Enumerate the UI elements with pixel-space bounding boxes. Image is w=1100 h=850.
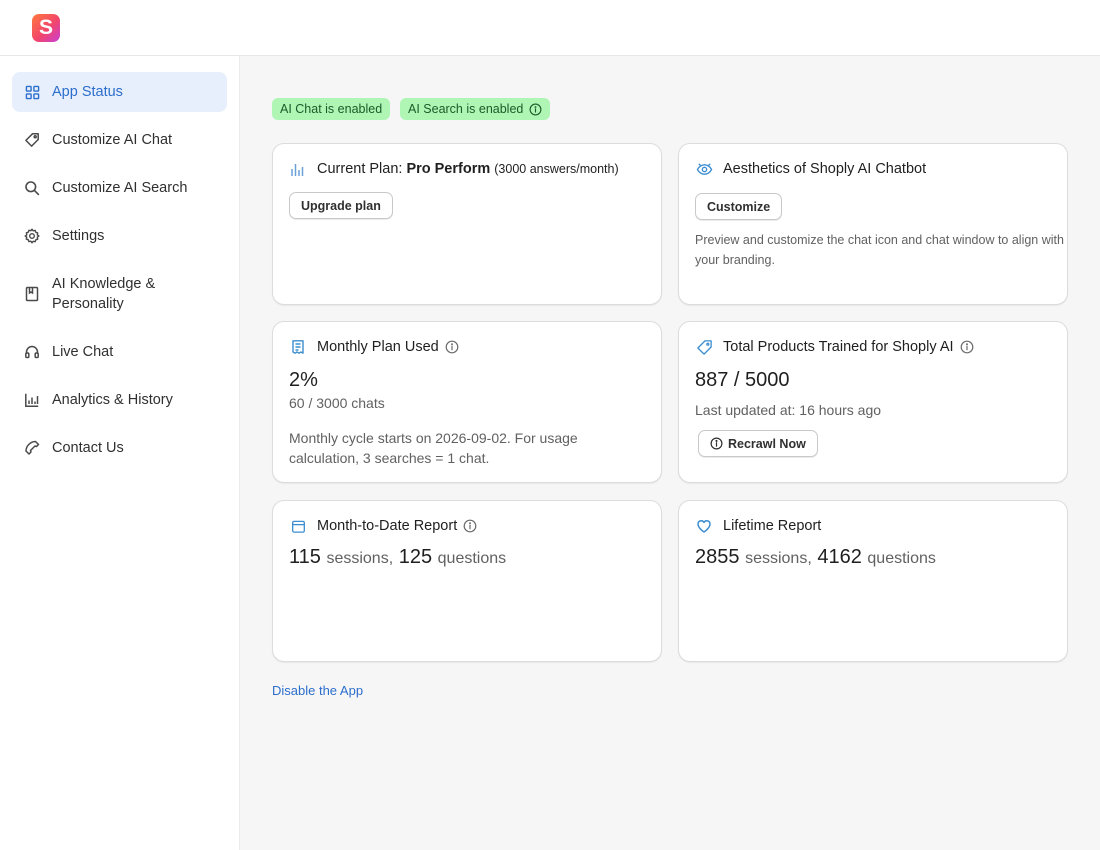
card-title: Aesthetics of Shoply AI Chatbot [723, 161, 927, 177]
sidebar-item-ai-knowledge[interactable]: AI Knowledge & Personality [12, 264, 227, 324]
info-icon[interactable] [960, 340, 974, 354]
description-line: your branding. [695, 253, 775, 267]
card-header: Current Plan: Pro Perform (3000 answers/… [289, 160, 619, 178]
recrawl-now-button[interactable]: Recrawl Now [698, 430, 818, 457]
sidebar-item-customize-ai-search[interactable]: Customize AI Search [12, 168, 227, 208]
headset-icon [24, 344, 40, 360]
total-products-card: Total Products Trained for Shoply AI 887… [678, 321, 1068, 483]
sidebar-item-label: Customize AI Chat [52, 132, 173, 148]
info-icon[interactable] [445, 340, 459, 354]
current-plan-card: Current Plan: Pro Perform (3000 answers/… [272, 143, 662, 305]
customize-button[interactable]: Customize [695, 193, 783, 220]
sidebar-item-analytics[interactable]: Analytics & History [12, 380, 227, 420]
bar-chart-icon [289, 160, 307, 178]
sessions-label: sessions, [326, 550, 394, 567]
note-line: Monthly cycle starts on 2026-09-02. For … [289, 430, 578, 446]
button-label: Recrawl Now [728, 436, 806, 451]
sessions-label: sessions, [745, 550, 812, 567]
sidebar-item-app-status[interactable]: App Status [12, 72, 227, 112]
app-logo[interactable]: S [32, 14, 60, 42]
disable-app-link[interactable]: Disable the App [272, 683, 363, 698]
badge-label: AI Chat is enabled [280, 102, 383, 116]
lifetime-report-card: Lifetime Report 2855 sessions, 4162 ques… [678, 500, 1068, 662]
usage-note: Monthly cycle starts on 2026-09-02. For … [289, 428, 629, 468]
sessions-count: 2855 [695, 546, 740, 568]
sidebar-item-label: Settings [52, 228, 105, 244]
upgrade-plan-button[interactable]: Upgrade plan [289, 192, 393, 219]
sidebar-item-customize-ai-chat[interactable]: Customize AI Chat [12, 120, 227, 160]
sidebar-item-label: Customize AI Search [52, 180, 188, 196]
card-header: Monthly Plan Used [289, 338, 459, 356]
month-to-date-card: Month-to-Date Report 115 sessions, 125 q… [272, 500, 662, 662]
grid-icon [24, 84, 40, 100]
card-header: Month-to-Date Report [289, 517, 477, 535]
monthly-plan-used-card: Monthly Plan Used 2% 60 / 3000 chats Mon… [272, 321, 662, 483]
sidebar-item-label: Analytics & History [52, 392, 173, 408]
badge-label: AI Search is enabled [408, 102, 524, 116]
questions-count: 4162 [817, 546, 862, 568]
tag-icon [695, 338, 713, 356]
sidebar-item-label: App Status [52, 84, 123, 100]
card-title: Lifetime Report [723, 518, 822, 534]
card-header: Lifetime Report [695, 517, 821, 535]
aesthetics-card: Aesthetics of Shoply AI Chatbot Customiz… [678, 143, 1068, 305]
card-title: Total Products Trained for Shoply AI [723, 339, 954, 355]
card-title: Month-to-Date Report [317, 518, 458, 534]
heart-icon [695, 517, 713, 535]
plan-label: Current Plan: [317, 161, 403, 177]
usage-detail: 60 / 3000 chats [289, 395, 385, 411]
receipt-icon [289, 338, 307, 356]
products-count: 887 / 5000 [695, 369, 790, 391]
calendar-icon [289, 517, 307, 535]
eye-icon [695, 160, 713, 178]
lifetime-stats: 2855 sessions, 4162 questions [695, 546, 936, 569]
plan-quota: (3000 answers/month) [494, 162, 619, 176]
gear-icon [24, 228, 40, 244]
sidebar-item-contact-us[interactable]: Contact Us [12, 428, 227, 468]
sidebar-item-label: Contact Us [52, 440, 124, 456]
ai-chat-status-badge: AI Chat is enabled [272, 98, 391, 120]
info-icon[interactable] [463, 519, 477, 533]
info-icon[interactable] [529, 103, 542, 116]
phone-icon [24, 440, 40, 456]
search-icon [24, 180, 40, 196]
sidebar-item-label: AI Knowledge & Personality [52, 276, 156, 312]
sidebar-item-settings[interactable]: Settings [12, 216, 227, 256]
aesthetics-description: Preview and customize the chat icon and … [695, 230, 1064, 270]
info-icon [710, 437, 723, 450]
sidebar: App Status Customize AI Chat Customize A… [0, 56, 240, 850]
card-header: Total Products Trained for Shoply AI [695, 338, 974, 356]
sessions-count: 115 [289, 546, 321, 568]
questions-label: questions [437, 550, 507, 567]
card-header: Aesthetics of Shoply AI Chatbot [695, 160, 926, 178]
bar-chart-icon [24, 392, 40, 408]
plan-name: Pro Perform [406, 161, 491, 177]
ai-search-status-badge: AI Search is enabled [400, 98, 551, 120]
book-icon [24, 286, 40, 302]
usage-percent: 2% [289, 369, 318, 391]
note-line: calculation, 3 searches = 1 chat. [289, 450, 490, 466]
main-content: AI Chat is enabled AI Search is enabled … [240, 56, 1100, 850]
questions-label: questions [867, 550, 936, 567]
questions-count: 125 [398, 546, 433, 568]
top-bar: S [0, 0, 1100, 56]
description-line: Preview and customize the chat icon and … [695, 233, 1064, 247]
mtd-stats: 115 sessions, 125 questions [289, 546, 506, 569]
tag-icon [24, 132, 40, 148]
last-updated-text: Last updated at: 16 hours ago [695, 402, 882, 418]
sidebar-item-label: Live Chat [52, 344, 114, 360]
card-title: Monthly Plan Used [317, 339, 439, 355]
sidebar-item-live-chat[interactable]: Live Chat [12, 332, 227, 372]
